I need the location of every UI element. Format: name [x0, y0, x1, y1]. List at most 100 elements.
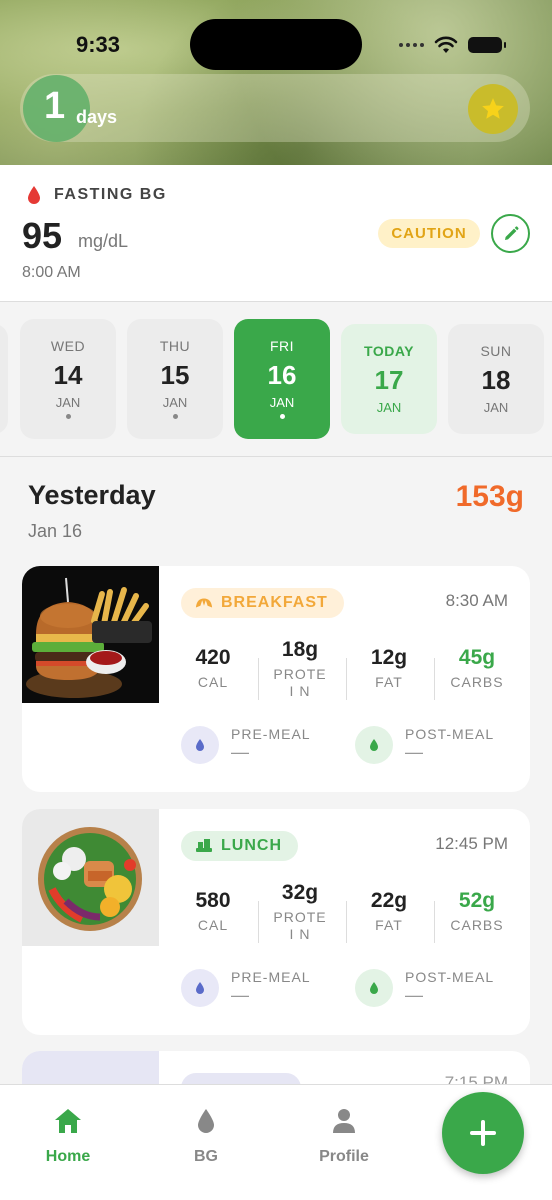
tab-label: Home	[45, 1148, 91, 1165]
macro-label: CAL	[197, 674, 229, 690]
date-month: JAN	[269, 395, 295, 410]
reading-value: —	[405, 742, 423, 762]
reading-label: PRE-MEAL	[231, 726, 311, 742]
divider	[434, 658, 435, 700]
tab-label: BG	[194, 1148, 218, 1165]
macro-fat: 12g FAT	[351, 646, 427, 691]
croissant-icon	[195, 598, 213, 608]
date-number: 15	[160, 360, 190, 390]
macro-value: 420	[195, 646, 231, 669]
reading-label: POST-MEAL	[405, 726, 495, 742]
edit-button[interactable]	[491, 214, 530, 253]
pre-meal-reading[interactable]: PRE-MEAL —	[181, 969, 311, 1007]
add-meal-button[interactable]	[442, 1092, 524, 1174]
entry-dot	[65, 414, 71, 419]
date-month: JAN	[162, 395, 188, 410]
date-item-sun[interactable]: SUN 18 JAN	[448, 324, 544, 434]
date-month: JAN	[483, 400, 509, 415]
post-meal-circle	[355, 726, 393, 764]
section-title: Yesterday	[28, 480, 156, 510]
header-hero: 9:33 1 days	[0, 0, 552, 165]
macro-label: CAL	[197, 917, 229, 933]
streak-count: 1	[44, 85, 66, 127]
fasting-bg-time: 8:00 AM	[22, 264, 81, 281]
date-dow: THU	[159, 338, 191, 354]
date-item-prev[interactable]	[0, 324, 8, 434]
salad-bowl-photo	[22, 809, 159, 946]
date-number: 18	[481, 365, 511, 395]
reading-value: —	[231, 742, 249, 762]
date-dow: TODAY	[364, 343, 414, 359]
reading-label: PRE-MEAL	[231, 969, 311, 985]
meal-time: 8:30 AM	[445, 591, 508, 610]
divider	[346, 658, 347, 700]
signal-icon	[399, 43, 424, 47]
status-icons	[399, 36, 506, 54]
status-badge: CAUTION	[378, 219, 480, 248]
tab-bg[interactable]: BG	[161, 1107, 251, 1166]
meal-type-label: LUNCH	[221, 837, 282, 854]
date-month: JAN	[55, 395, 81, 410]
divider	[434, 901, 435, 943]
macro-protein: 18g PROTEI N	[263, 638, 337, 700]
daily-carbs-total: 153g	[455, 480, 524, 513]
date-item-fri[interactable]: FRI 16 JAN	[234, 319, 330, 439]
entry-dot	[279, 414, 285, 419]
person-icon	[333, 1109, 355, 1133]
date-number: 17	[374, 365, 404, 395]
date-dow: SUN	[480, 343, 512, 359]
meal-tray-icon	[196, 839, 212, 852]
meal-card-lunch[interactable]: LUNCH 12:45 PM 580 CAL 32g PROTEI N 22g …	[22, 809, 530, 1035]
post-meal-reading[interactable]: POST-MEAL —	[355, 726, 494, 764]
star-icon	[482, 98, 504, 119]
divider	[258, 901, 259, 943]
macro-label: PROTEI N	[273, 909, 327, 942]
fasting-bg-unit: mg/dL	[78, 231, 129, 251]
fasting-bg-header: FASTING BG	[26, 185, 167, 205]
streak-bar[interactable]: 1 days	[20, 74, 530, 142]
macro-value: 32g	[281, 881, 319, 904]
fasting-bg-value: 95	[22, 215, 63, 256]
macro-label: FAT	[375, 674, 403, 690]
macro-label: CARBS	[450, 917, 504, 933]
meal-time: 12:45 PM	[435, 834, 508, 853]
star-button[interactable]	[468, 84, 518, 134]
macro-row: 580 CAL 32g PROTEI N 22g FAT 52g CARBS	[181, 881, 521, 949]
fasting-bg-title: FASTING BG	[54, 186, 167, 203]
pre-meal-reading[interactable]: PRE-MEAL —	[181, 726, 311, 764]
wifi-icon	[434, 36, 458, 53]
blood-drop-icon	[370, 739, 378, 751]
meal-card-breakfast[interactable]: BREAKFAST 8:30 AM 420 CAL 18g PROTEI N 1…	[22, 566, 530, 792]
date-dow: WED	[50, 338, 86, 354]
blood-drop-icon	[370, 982, 378, 994]
post-meal-circle	[355, 969, 393, 1007]
macro-carbs: 45g CARBS	[439, 646, 515, 691]
macro-protein: 32g PROTEI N	[263, 881, 337, 943]
pre-meal-circle	[181, 726, 219, 764]
reading-label: POST-MEAL	[405, 969, 495, 985]
dynamic-island	[190, 19, 362, 70]
macro-value: 45g	[458, 646, 496, 669]
tab-home[interactable]: Home	[23, 1107, 113, 1166]
post-meal-reading[interactable]: POST-MEAL —	[355, 969, 494, 1007]
macro-calories: 580 CAL	[175, 889, 251, 934]
date-strip[interactable]: WED 14 JAN THU 15 JAN FRI 16 JAN TODAY 1…	[0, 302, 552, 457]
drop-icon	[198, 1109, 214, 1133]
blood-drop-icon	[196, 739, 204, 751]
fasting-bg-card[interactable]: FASTING BG 95 mg/dL 8:00 AM CAUTION	[0, 165, 552, 302]
date-item-thu[interactable]: THU 15 JAN	[127, 319, 223, 439]
date-item-wed[interactable]: WED 14 JAN	[20, 319, 116, 439]
reading-value: —	[231, 985, 249, 1005]
divider	[258, 658, 259, 700]
pre-meal-circle	[181, 969, 219, 1007]
date-item-today[interactable]: TODAY 17 JAN	[341, 324, 437, 434]
entry-dot	[172, 414, 178, 419]
macro-row: 420 CAL 18g PROTEI N 12g FAT 45g CARBS	[181, 638, 521, 706]
date-dow: FRI	[269, 338, 295, 354]
macro-calories: 420 CAL	[175, 646, 251, 691]
macro-value: 18g	[281, 638, 319, 661]
plus-icon	[470, 1120, 496, 1146]
streak-label: days	[76, 107, 118, 127]
meal-type-label: BREAKFAST	[221, 594, 328, 611]
tab-profile[interactable]: Profile	[299, 1107, 389, 1166]
